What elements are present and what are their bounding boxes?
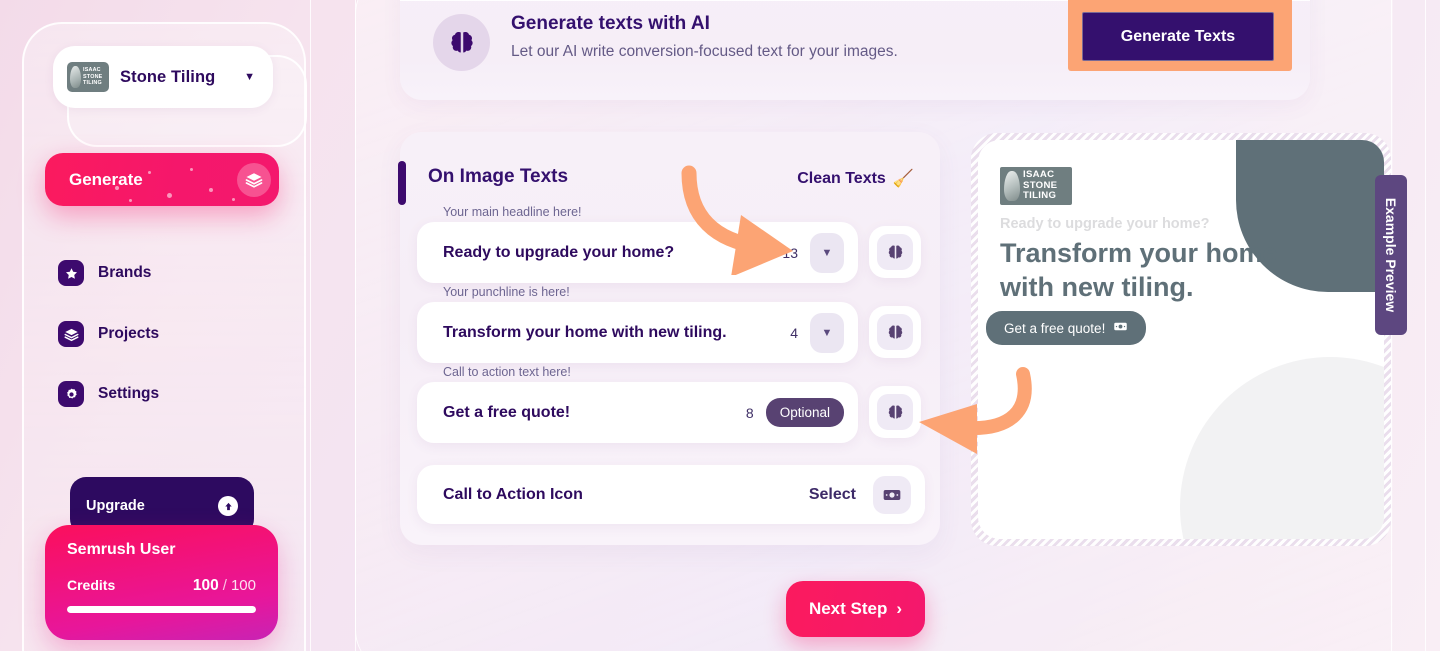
preview-punchline: Transform your home with new tiling. [1000,238,1278,302]
generate-button[interactable]: Generate [45,153,279,206]
punchline-dropdown-button[interactable]: ▼ [810,312,844,353]
generate-texts-button[interactable]: Generate Texts [1082,12,1274,61]
brand-name-label: Stone Tiling [120,67,216,86]
headline-dropdown-button[interactable]: ▼ [810,232,844,273]
star-icon [58,260,84,286]
punchline-char-count: 4 [790,324,798,341]
account-user-name: Semrush User [67,541,176,558]
punchline-field-label: Your punchline is here! [443,285,570,299]
clean-texts-button[interactable]: Clean Texts 🧹 [797,169,914,189]
credits-progress-bar [67,606,256,613]
credits-label: Credits [67,577,116,593]
cta-text-field[interactable]: Call to action text here! Get a free quo… [417,365,858,443]
headline-ai-button[interactable] [869,226,921,278]
brain-icon [877,394,913,430]
on-image-texts-card: On Image Texts Clean Texts 🧹 Your main h… [400,132,940,545]
upgrade-label: Upgrade [86,498,145,514]
arrow-up-icon [218,496,238,516]
sidebar-item-projects[interactable]: Projects [58,321,159,347]
background-divider-4 [1425,0,1426,651]
credits-used: 100 [192,577,219,594]
brain-icon [877,314,913,350]
preview-logo-line-3: TILING [1023,190,1057,202]
banknote-icon[interactable] [873,475,911,514]
example-preview-card: ISAAC STONE TILING Ready to upgrade your… [978,140,1384,539]
brain-icon [433,14,490,71]
banknote-icon [1113,319,1128,337]
brand-logo-line-2: STONE [83,73,103,80]
account-credits-card: Semrush User Credits 100 / 100 [45,525,278,640]
example-preview-tab-label: Example Preview [1383,197,1399,313]
broom-icon: 🧹 [892,169,914,188]
headline-field-label: Your main headline here! [443,205,582,219]
cta-text-field-value[interactable]: Get a free quote! [443,404,746,422]
brand-logo-icon: ISAAC STONE TILING [67,62,109,92]
card-accent-bar [398,161,406,205]
sidebar-item-settings[interactable]: Settings [58,381,159,407]
cta-icon-select-button[interactable]: Select [809,486,856,504]
chevron-right-icon: › [896,599,903,618]
brain-icon [877,234,913,270]
preview-headline: Ready to upgrade your home? [1000,216,1210,232]
ai-banner-title: Generate texts with AI [511,13,710,34]
credits-total: 100 [230,577,256,594]
brand-selector[interactable]: ISAAC STONE TILING Stone Tiling ▼ [53,46,273,108]
background-divider-2 [355,0,356,651]
generate-button-label: Generate [69,169,143,189]
sidebar-item-label-settings: Settings [98,385,160,402]
preview-brand-logo: ISAAC STONE TILING [1000,167,1072,205]
next-step-button[interactable]: Next Step › [786,581,925,637]
example-preview-tab[interactable]: Example Preview [1375,175,1407,335]
chevron-down-icon[interactable]: ▼ [244,71,255,83]
sidebar-item-label-projects: Projects [98,325,160,342]
cta-icon-row[interactable]: Call to Action Icon Select [417,465,925,524]
cta-icon-label: Call to Action Icon [443,485,583,503]
text-field-row: Your main headline here! Ready to upgrad… [417,205,925,283]
punchline-field-value[interactable]: Transform your home with new tiling. [443,324,790,342]
punchline-field[interactable]: Your punchline is here! Transform your h… [417,285,858,363]
cta-char-count: 8 [745,404,754,421]
punchline-ai-button[interactable] [869,306,921,358]
text-field-row: Call to action text here! Get a free quo… [417,365,925,443]
layers-icon [237,162,271,197]
ai-banner-subtitle: Let our AI write conversion-focused text… [511,43,898,60]
sidebar-item-label-brands: Brands [98,264,152,281]
preview-cta-label: Get a free quote! [1004,320,1106,336]
headline-field[interactable]: Your main headline here! Ready to upgrad… [417,205,858,283]
preview-cta-button: Get a free quote! [986,311,1147,345]
clean-texts-label: Clean Texts [797,170,886,187]
credits-row: Credits 100 / 100 [67,577,256,595]
headline-field-value[interactable]: Ready to upgrade your home? [443,244,782,262]
cta-ai-button[interactable] [869,386,921,438]
preview-decoration-bottom [1180,357,1384,539]
text-field-row: Your punchline is here! Transform your h… [417,285,925,363]
background-divider-1 [310,0,311,651]
brand-logo-line-3: TILING [83,80,102,87]
credits-separator: / [222,577,227,594]
brand-logo-line-1: ISAAC [83,67,101,74]
headline-char-count: 13 [782,244,798,261]
gear-icon [58,381,84,407]
page-title: On Image Texts [428,166,569,187]
layers-icon [58,321,84,347]
cta-text-field-label: Call to action text here! [443,365,571,379]
next-step-label: Next Step [808,599,888,618]
optional-badge: Optional [765,398,844,427]
sidebar-item-brands[interactable]: Brands [58,260,151,286]
